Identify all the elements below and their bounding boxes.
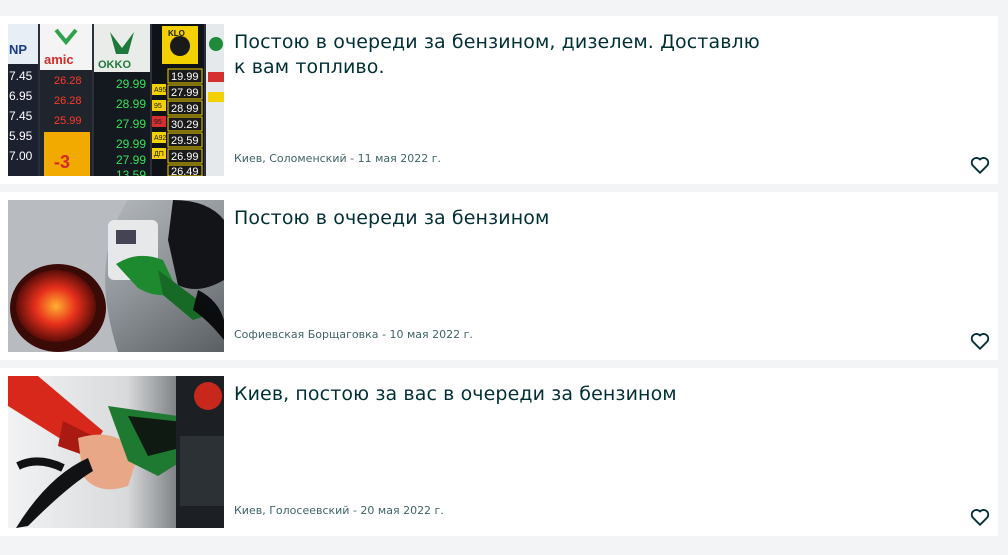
listing-card[interactable]: NP 7.45 6.95 7.45 5.95 7.00 amic 26.28 2… [0,16,998,184]
brand-klo: KLO [168,29,185,38]
svg-text:6.95: 6.95 [9,89,33,103]
svg-text:5.95: 5.95 [9,129,33,143]
fuel-nozzle-in-car-image [8,200,224,352]
listing-title[interactable]: Постою в очереди за бензином, дизелем. Д… [234,30,774,80]
listing-thumbnail[interactable] [8,376,224,528]
svg-text:27.99: 27.99 [116,117,146,131]
listing-location-date: Софиевская Борщаговка - 10 мая 2022 г. [234,328,473,341]
listing-card[interactable]: Киев, постою за вас в очереди за бензино… [0,368,998,536]
svg-text:28.99: 28.99 [116,97,146,111]
svg-text:19.99: 19.99 [171,71,199,83]
svg-text:95: 95 [154,119,162,126]
svg-text:A95: A95 [154,87,167,94]
gas-station-price-board-image: NP 7.45 6.95 7.45 5.95 7.00 amic 26.28 2… [8,24,224,176]
svg-text:28.99: 28.99 [171,103,199,115]
svg-text:26.99: 26.99 [171,151,199,163]
svg-text:25.99: 25.99 [54,115,82,127]
svg-text:ДП: ДП [154,151,164,158]
svg-text:7.45: 7.45 [9,69,33,83]
promo-badge: -3 [54,152,70,172]
brand-np: NP [9,42,27,57]
svg-text:13.59: 13.59 [116,168,146,176]
svg-text:A92: A92 [154,135,167,142]
listing-title[interactable]: Киев, постою за вас в очереди за бензино… [234,382,774,407]
svg-text:27.99: 27.99 [116,153,146,167]
svg-text:29.99: 29.99 [116,77,146,91]
listing-thumbnail[interactable]: NP 7.45 6.95 7.45 5.95 7.00 amic 26.28 2… [8,24,224,176]
svg-text:30.29: 30.29 [171,119,199,131]
favorite-heart-icon[interactable] [969,330,991,352]
svg-text:7.45: 7.45 [9,109,33,123]
listing-location-date: Киев, Соломенский - 11 мая 2022 г. [234,152,441,165]
listing-thumbnail[interactable] [8,200,224,352]
svg-text:26.49: 26.49 [171,166,199,176]
favorite-heart-icon[interactable] [969,506,991,528]
svg-text:29.99: 29.99 [116,137,146,151]
hand-holding-fuel-nozzle-image [8,376,224,528]
svg-text:26.28: 26.28 [54,75,82,87]
svg-text:7.00: 7.00 [9,149,33,163]
listing-card[interactable]: Постою в очереди за бензином Софиевская … [0,192,998,360]
svg-text:95: 95 [154,103,162,110]
svg-text:26.28: 26.28 [54,95,82,107]
listing-title[interactable]: Постою в очереди за бензином [234,206,774,231]
brand-okko: OKKO [98,59,131,71]
brand-amic: amic [44,52,74,67]
svg-text:27.99: 27.99 [171,87,199,99]
svg-text:29.59: 29.59 [171,135,199,147]
favorite-heart-icon[interactable] [969,154,991,176]
listing-location-date: Киев, Голосеевский - 20 мая 2022 г. [234,504,444,517]
